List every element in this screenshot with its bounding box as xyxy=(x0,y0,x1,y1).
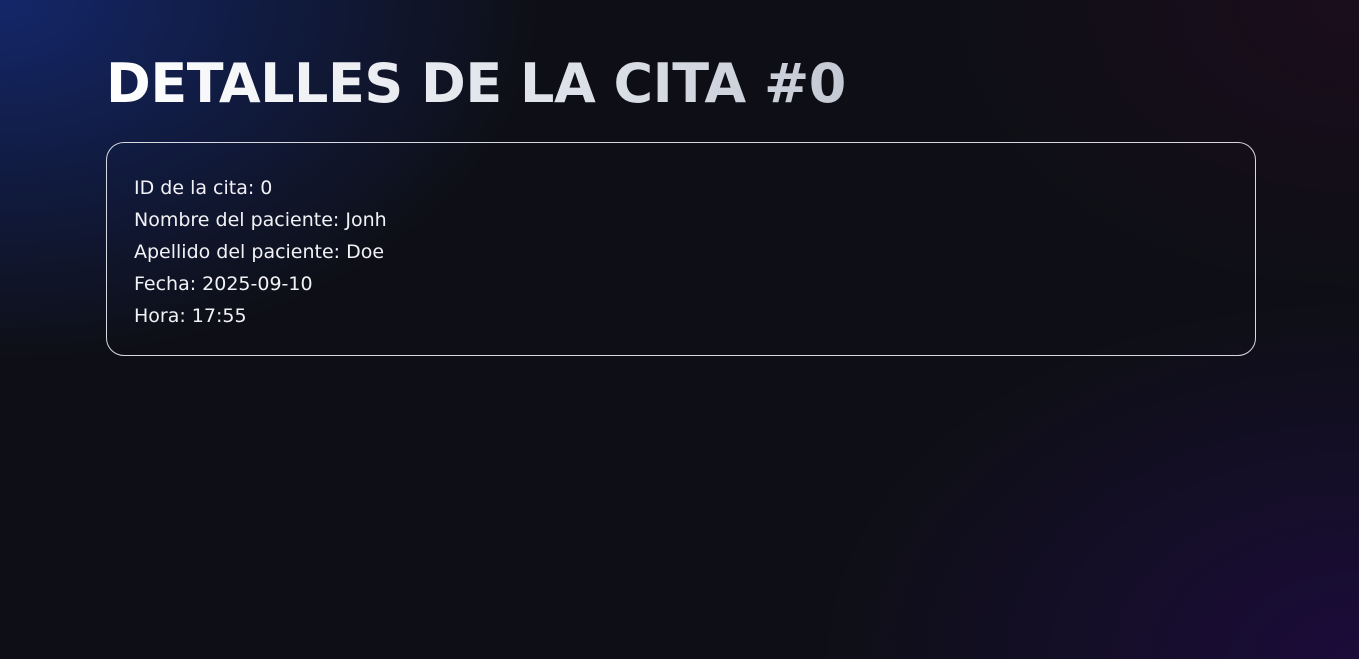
appointment-date: Fecha: 2025-09-10 xyxy=(134,273,313,295)
appointment-details-card: ID de la cita: 0 Nombre del paciente: Jo… xyxy=(106,142,1256,356)
page-title: DETALLES DE LA CITA #0 xyxy=(106,52,1256,116)
patient-first-name: Nombre del paciente: Jonh xyxy=(134,209,387,231)
patient-last-name: Apellido del paciente: Doe xyxy=(134,241,385,263)
appointment-time: Hora: 17:55 xyxy=(134,305,247,327)
appointment-details-page: DETALLES DE LA CITA #0 ID de la cita: 0 … xyxy=(106,52,1256,356)
appointment-id: ID de la cita: 0 xyxy=(134,177,273,199)
